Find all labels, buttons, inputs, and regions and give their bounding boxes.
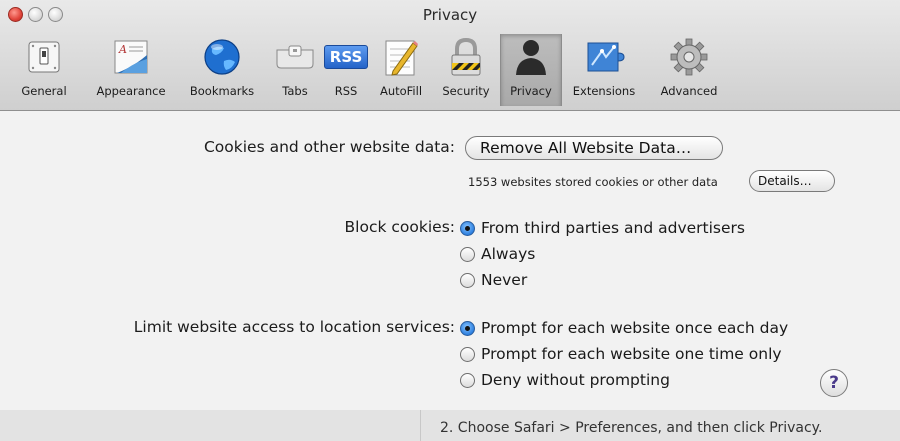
toolbar-tab-rss[interactable]: RSS RSS xyxy=(323,34,369,106)
toolbar-tab-autofill[interactable]: AutoFill xyxy=(370,34,432,106)
radio-unselected xyxy=(460,372,475,388)
rss-badge: RSS xyxy=(323,45,369,69)
person-silhouette-icon xyxy=(509,36,553,78)
block-cookies-third-parties-radio[interactable]: From third parties and advertisers xyxy=(460,219,745,237)
radio-selected xyxy=(460,220,475,236)
cookies-label: Cookies and other website data: xyxy=(203,138,455,156)
window-title: Privacy xyxy=(422,6,478,24)
toolbar-tab-privacy[interactable]: Privacy xyxy=(500,34,562,106)
details-button[interactable]: Details… xyxy=(749,170,835,192)
appearance-icon: A xyxy=(109,36,153,78)
tabs-icon xyxy=(273,36,317,78)
location-prompt-one-time-only-radio[interactable]: Prompt for each website one time only xyxy=(460,345,782,363)
svg-text:A: A xyxy=(118,43,127,56)
toolbar-tab-security[interactable]: Security xyxy=(434,34,498,106)
toolbar-tab-advanced[interactable]: Advanced xyxy=(648,34,730,106)
instruction-step-text: 2. Choose Safari > Preferences, and then… xyxy=(440,420,823,436)
rss-icon: RSS xyxy=(323,36,369,78)
preferences-window: Privacy General A Appearance Bookmarks T… xyxy=(0,0,900,410)
block-cookies-label: Block cookies: xyxy=(344,218,455,236)
window-toolbar-area: Privacy General A Appearance Bookmarks T… xyxy=(0,0,900,111)
switch-icon xyxy=(22,36,66,78)
toolbar-tab-appearance[interactable]: A Appearance xyxy=(88,34,174,106)
radio-unselected xyxy=(460,346,475,362)
radio-unselected xyxy=(460,272,475,288)
pencil-icon xyxy=(379,36,423,78)
help-button[interactable]: ? xyxy=(820,369,848,397)
location-prompt-once-each-day-radio[interactable]: Prompt for each website once each day xyxy=(460,319,788,337)
radio-selected xyxy=(460,320,475,336)
toolbar-tab-bookmarks[interactable]: Bookmarks xyxy=(176,34,268,106)
location-deny-without-prompting-radio[interactable]: Deny without prompting xyxy=(460,371,670,389)
extensions-icon xyxy=(582,36,626,78)
globe-icon xyxy=(200,36,244,78)
stored-cookies-count-text: 1553 websites stored cookies or other da… xyxy=(468,175,718,189)
block-cookies-never-radio[interactable]: Never xyxy=(460,271,527,289)
radio-unselected xyxy=(460,246,475,262)
divider xyxy=(420,410,421,441)
remove-all-website-data-button[interactable]: Remove All Website Data… xyxy=(465,136,723,160)
toolbar-tab-general[interactable]: General xyxy=(2,34,86,106)
block-cookies-always-radio[interactable]: Always xyxy=(460,245,535,263)
gear-icon xyxy=(667,36,711,78)
toolbar-tab-tabs[interactable]: Tabs xyxy=(270,34,320,106)
toolbar-tab-extensions[interactable]: Extensions xyxy=(562,34,646,106)
location-services-label: Limit website access to location service… xyxy=(133,318,455,336)
privacy-pane: Cookies and other website data: Remove A… xyxy=(0,111,900,410)
lock-icon xyxy=(444,36,488,78)
